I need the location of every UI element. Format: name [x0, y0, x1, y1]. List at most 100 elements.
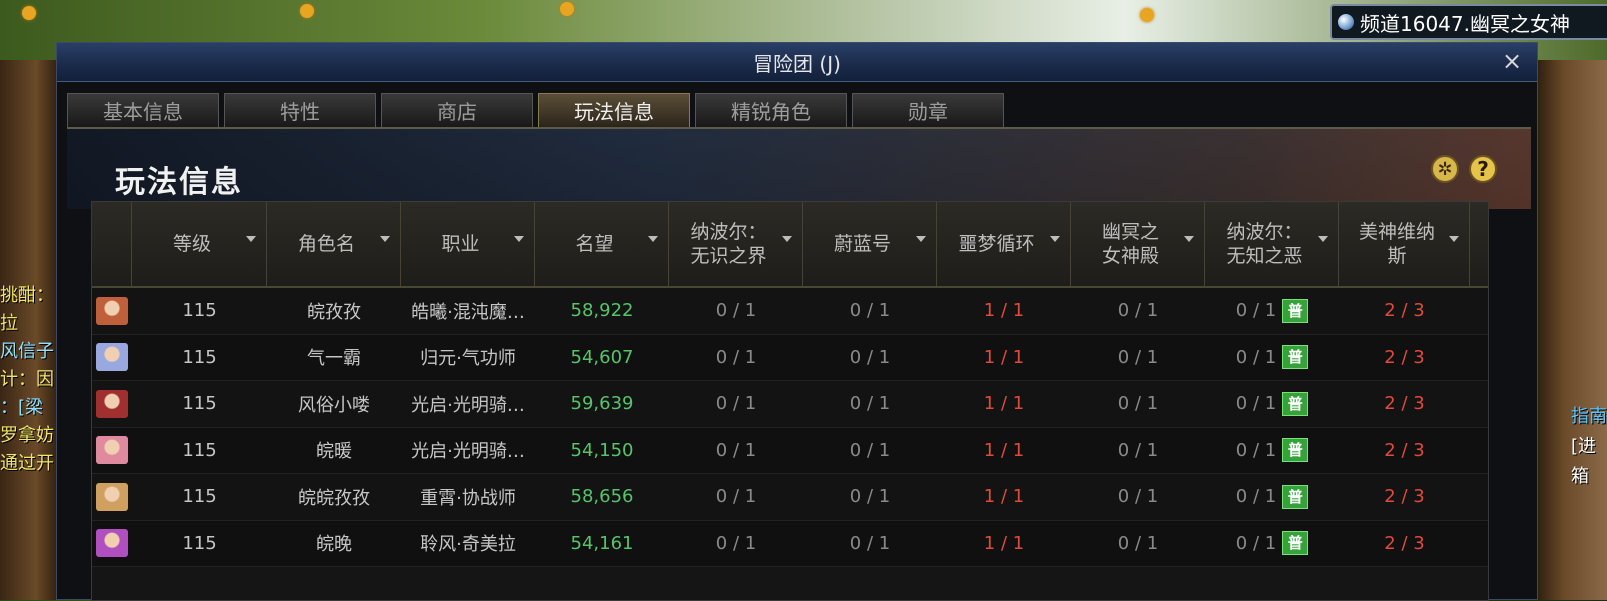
normal-mode-badge: 普: [1282, 345, 1309, 370]
gameplay-table: 等级 角色名 职业 名望 纳波尔： 无识之界 蔚蓝号 噩梦循环 幽冥之 女神殿 …: [91, 201, 1489, 601]
avatar: [96, 389, 128, 418]
chat-line: 计：因: [0, 369, 54, 390]
sort-caret-icon: [782, 236, 792, 242]
side-text: 箱: [1571, 466, 1589, 487]
col-nightmare-loop[interactable]: 噩梦循环: [937, 202, 1071, 286]
progress-nabol-unknown-realm: 0 / 1: [715, 439, 757, 461]
avatar-cell: [92, 343, 132, 372]
table-row[interactable]: 115 皖晚 聆风·奇美拉 54,161 0 / 10 / 11 / 10 / 10 /…: [92, 520, 1488, 567]
progress-nightmare-loop: 1 / 1: [983, 486, 1025, 508]
progress-nightmare-loop: 1 / 1: [983, 346, 1025, 368]
sort-caret-icon: [1050, 236, 1060, 242]
col-label: 美神维纳 斯: [1358, 221, 1435, 267]
table-row[interactable]: 115 气一霸 归元·气功师 54,607 0 / 10 / 11 / 10 / 10 …: [92, 334, 1488, 381]
tab-medals[interactable]: 勋章: [852, 93, 1004, 127]
sort-caret-icon: [246, 236, 256, 242]
tab-basic-info[interactable]: 基本信息: [67, 93, 219, 127]
sort-caret-icon: [380, 236, 390, 242]
flower-icon: [560, 2, 574, 16]
col-label: 角色名: [297, 233, 355, 255]
avatar-cell: [92, 529, 132, 558]
table-row[interactable]: 115 皖暖 光启·光明骑… 54,150 0 / 10 / 11 / 10 / 10 …: [92, 427, 1488, 474]
col-level[interactable]: 等级: [132, 202, 267, 286]
level-cell: 115: [182, 300, 217, 322]
avatar: [96, 436, 128, 465]
progress-nabol-unknown-realm: 0 / 1: [715, 300, 757, 322]
table-row[interactable]: 115 皖孜孜 皓曦·混沌魔… 58,922 0 / 10 / 11 / 10 / 10…: [92, 288, 1488, 335]
gear-icon[interactable]: ✲: [1431, 155, 1459, 183]
channel-indicator[interactable]: 频道16047.幽冥之女神: [1330, 4, 1607, 40]
progress-nabol-unknown-realm: 0 / 1: [715, 346, 757, 368]
tab-traits[interactable]: 特性: [224, 93, 376, 127]
help-icon[interactable]: ?: [1469, 155, 1497, 183]
tab-gameplay-info[interactable]: 玩法信息: [538, 93, 690, 127]
character-name: 皖晚: [316, 534, 352, 556]
col-label: 职业: [441, 233, 480, 255]
tab-elite-characters[interactable]: 精锐角色: [695, 93, 847, 127]
table-header: 等级 角色名 职业 名望 纳波尔： 无识之界 蔚蓝号 噩梦循环 幽冥之 女神殿 …: [92, 202, 1488, 288]
character-name: 风俗小喽: [298, 394, 370, 416]
progress-text: 0 / 1: [1235, 486, 1277, 508]
job-name: 光启·光明骑…: [411, 394, 525, 416]
progress-nabol-ignorance: 0 / 1普: [1205, 438, 1339, 463]
avatar-cell: [92, 436, 132, 465]
normal-mode-badge: 普: [1282, 484, 1309, 509]
close-button[interactable]: ×: [1501, 49, 1523, 73]
fame-value: 54,150: [570, 439, 634, 461]
fame-value: 54,161: [570, 532, 634, 554]
progress-nabol-unknown-realm: 0 / 1: [715, 532, 757, 554]
chat-line: 挑酣：: [0, 285, 54, 306]
progress-nightmare-loop: 1 / 1: [983, 393, 1025, 415]
window-title: 冒险团 (J): [753, 51, 841, 76]
col-underworld-temple[interactable]: 幽冥之 女神殿: [1071, 202, 1205, 286]
avatar: [96, 482, 128, 511]
progress-venus: 2 / 3: [1384, 439, 1425, 461]
avatar-cell: [92, 389, 132, 418]
avatar-cell: [92, 296, 132, 325]
col-label: 噩梦循环: [958, 233, 1035, 255]
progress-nabol-ignorance: 0 / 1普: [1205, 531, 1339, 556]
job-name: 皓曦·混沌魔…: [411, 301, 525, 323]
progress-underworld-temple: 0 / 1: [1117, 532, 1159, 554]
col-name[interactable]: 角色名: [267, 202, 401, 286]
avatar: [96, 296, 128, 325]
col-fame[interactable]: 名望: [535, 202, 669, 286]
progress-nabol-ignorance: 0 / 1普: [1205, 391, 1339, 416]
channel-label: 频道16047.幽冥之女神: [1360, 11, 1570, 36]
table-body: 115 皖孜孜 皓曦·混沌魔… 58,922 0 / 10 / 11 / 10 / 10…: [92, 288, 1488, 567]
avatar: [96, 343, 128, 372]
col-nabol-unknown-realm[interactable]: 纳波尔： 无识之界: [669, 202, 803, 286]
guide-link[interactable]: 指南: [1571, 402, 1607, 432]
col-label: 蔚蓝号: [833, 233, 891, 255]
progress-nabol-ignorance: 0 / 1普: [1205, 298, 1339, 323]
progress-venus: 2 / 3: [1384, 346, 1425, 368]
col-label: 幽冥之 女神殿: [1101, 221, 1159, 267]
progress-venus: 2 / 3: [1384, 393, 1425, 415]
progress-underworld-temple: 0 / 1: [1117, 486, 1159, 508]
channel-orb-icon: [1338, 14, 1354, 30]
col-label: 纳波尔： 无识之界: [690, 221, 767, 267]
window-titlebar[interactable]: 冒险团 (J) ×: [57, 43, 1537, 82]
table-row[interactable]: 115 风俗小喽 光启·光明骑… 59,639 0 / 1 0 / 1 1 / 1 0 / 1…: [92, 381, 1488, 428]
progress-nabol-ignorance: 0 / 1普: [1205, 484, 1339, 509]
normal-mode-badge: 普: [1282, 438, 1309, 463]
progress-venus: 2 / 3: [1384, 486, 1425, 508]
col-nabol-ignorance[interactable]: 纳波尔： 无知之恶: [1205, 202, 1339, 286]
character-name: 皖暖: [316, 441, 352, 463]
col-job[interactable]: 职业: [401, 202, 535, 286]
level-cell: 115: [182, 346, 217, 368]
table-row[interactable]: 115 皖皖孜孜 重霄·协战师 58,656 0 / 10 / 11 / 10 / 10…: [92, 474, 1488, 521]
progress-azure: 0 / 1: [849, 300, 891, 322]
progress-nabol-ignorance: 0 / 1普: [1205, 345, 1339, 370]
tab-shop[interactable]: 商店: [381, 93, 533, 127]
progress-text: 0 / 1: [1235, 393, 1277, 415]
progress-text: 0 / 1: [1235, 439, 1277, 461]
col-azure[interactable]: 蔚蓝号: [803, 202, 937, 286]
progress-azure: 0 / 1: [849, 532, 891, 554]
fame-value: 59,639: [570, 393, 634, 415]
progress-nightmare-loop: 1 / 1: [983, 300, 1025, 322]
section-title: 玩法信息: [115, 165, 243, 200]
fame-value: 54,607: [570, 346, 634, 368]
col-venus[interactable]: 美神维纳 斯: [1339, 202, 1470, 286]
chat-log: 挑酣： 拉 风信子 计：因 ：[梁 罗拿妨 通过开: [0, 282, 58, 478]
